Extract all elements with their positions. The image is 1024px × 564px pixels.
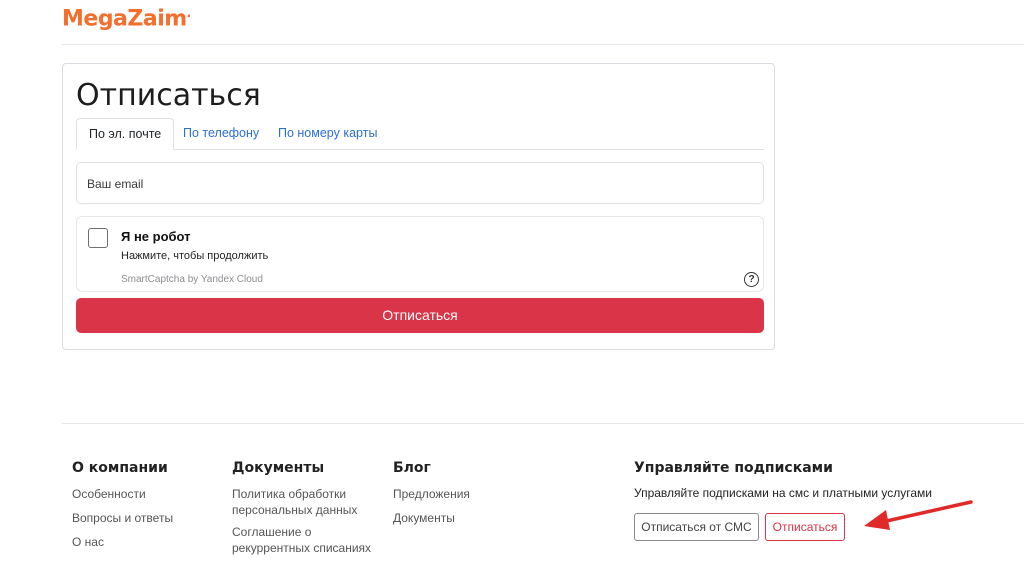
captcha-title: Я не робот xyxy=(121,229,191,244)
help-icon[interactable]: ? xyxy=(744,272,759,287)
footer-company: О компании Особенности Вопросы и ответы … xyxy=(72,460,212,558)
captcha-checkbox[interactable] xyxy=(88,228,108,248)
unsubscribe-sms-button[interactable]: Отписаться от СМС xyxy=(634,513,759,541)
unsubscribe-tabs: По эл. почте По телефону По номеру карты xyxy=(76,118,764,150)
tab-card-number[interactable]: По номеру карты xyxy=(266,118,389,149)
logo-text: MegaZaim xyxy=(62,6,187,32)
footer-link-blog-documents[interactable]: Документы xyxy=(393,510,533,526)
red-arrow-annotation xyxy=(864,500,973,530)
logo-dot: . xyxy=(186,6,192,20)
footer-link-offers[interactable]: Предложения xyxy=(393,486,533,502)
captcha-subtitle: Нажмите, чтобы продолжить xyxy=(121,250,269,262)
page-title: Отписаться xyxy=(76,78,261,113)
footer-subscriptions-heading: Управляйте подписками xyxy=(634,460,833,476)
header-divider xyxy=(62,44,1024,45)
captcha-brand: SmartCaptcha by Yandex Cloud xyxy=(121,274,263,285)
footer-documents: Документы Политика обработки персональны… xyxy=(232,460,382,564)
unsubscribe-button[interactable]: Отписаться xyxy=(765,513,845,541)
footer-link-recurring-agreement[interactable]: Соглашение о рекуррентных списаниях xyxy=(232,524,382,556)
tab-email[interactable]: По эл. почте xyxy=(76,118,175,150)
footer-blog: Блог Предложения Документы xyxy=(393,460,533,534)
unsubscribe-submit-button[interactable]: Отписаться xyxy=(76,298,764,333)
footer-documents-heading: Документы xyxy=(232,460,325,476)
tab-phone[interactable]: По телефону xyxy=(171,118,271,149)
email-field[interactable]: Ваш email xyxy=(76,162,764,204)
footer-blog-heading: Блог xyxy=(393,460,431,476)
footer-link-privacy-policy[interactable]: Политика обработки персональных данных xyxy=(232,486,382,518)
footer-divider xyxy=(62,423,1024,424)
footer-link-features[interactable]: Особенности xyxy=(72,486,212,502)
captcha-widget[interactable]: Я не робот Нажмите, чтобы продолжить Sma… xyxy=(76,216,764,292)
footer-link-faq[interactable]: Вопросы и ответы xyxy=(72,510,212,526)
logo[interactable]: MegaZaim. xyxy=(62,6,191,31)
footer-company-heading: О компании xyxy=(72,460,168,476)
email-placeholder: Ваш email xyxy=(87,177,144,191)
unsubscribe-card: Отписаться По эл. почте По телефону По н… xyxy=(62,63,775,350)
footer-link-about[interactable]: О нас xyxy=(72,534,212,550)
